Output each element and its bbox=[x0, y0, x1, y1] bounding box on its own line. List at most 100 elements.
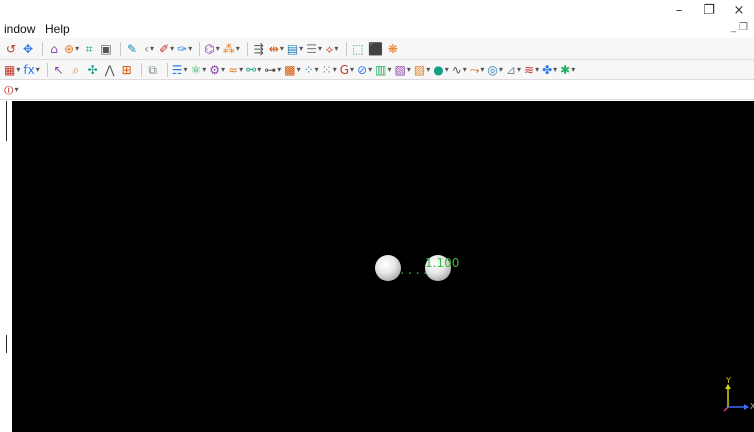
dots-icon: ⁘ bbox=[303, 62, 314, 77]
list-button[interactable]: ☰ ▾ bbox=[306, 41, 322, 57]
chevron-down-icon[interactable]: ▾ bbox=[239, 62, 243, 78]
chevron-down-icon[interactable]: ▾ bbox=[407, 62, 411, 78]
chevron-down-icon[interactable]: ▾ bbox=[75, 41, 79, 57]
chevron-down-icon[interactable]: ▾ bbox=[499, 62, 503, 78]
plot-button[interactable]: ⊿ ▾ bbox=[506, 62, 521, 78]
chevron-down-icon[interactable]: ▾ bbox=[16, 62, 20, 78]
fit-view-button[interactable]: ⌗ bbox=[82, 41, 96, 57]
dots-button[interactable]: ⁘ ▾ bbox=[304, 62, 319, 78]
chevron-down-icon[interactable]: ▾ bbox=[387, 62, 391, 78]
molecule-button[interactable]: ⚛ ▾ bbox=[190, 62, 206, 78]
group-button[interactable]: ⊞ bbox=[120, 62, 134, 78]
menu-window[interactable]: indow bbox=[4, 22, 35, 36]
align-button[interactable]: ⇶ bbox=[252, 41, 266, 57]
chevron-down-icon[interactable]: ▾ bbox=[170, 41, 174, 57]
formula-button[interactable]: fx ▾ bbox=[23, 62, 39, 78]
chevron-down-icon[interactable]: ▾ bbox=[236, 41, 240, 57]
home-view-button[interactable]: ⌂ bbox=[47, 41, 61, 57]
sphere-button[interactable]: ● ▾ bbox=[433, 62, 449, 78]
rotate-tool-button[interactable]: ↺ bbox=[4, 41, 18, 57]
chevron-down-icon[interactable]: ▾ bbox=[445, 62, 449, 78]
grid-button[interactable]: ▩ ▾ bbox=[284, 62, 300, 78]
wave-button[interactable]: ≈ ▾ bbox=[228, 62, 243, 78]
chevron-down-icon[interactable]: ▾ bbox=[277, 62, 281, 78]
gear-button[interactable]: ⚙ ▾ bbox=[209, 62, 225, 78]
table-button[interactable]: ▤ ▾ bbox=[287, 41, 303, 57]
spectrum-button[interactable]: ∿ ▾ bbox=[452, 62, 467, 78]
chevron-down-icon[interactable]: ▾ bbox=[553, 62, 557, 78]
pan-button[interactable]: ✣ bbox=[86, 62, 100, 78]
crystal-button[interactable]: ☴ ▾ bbox=[172, 62, 188, 78]
restore-button[interactable]: ❐ bbox=[694, 0, 724, 20]
undo-button[interactable]: ‹ ▾ bbox=[142, 41, 156, 57]
supercell-button[interactable]: ⬛ bbox=[368, 41, 383, 57]
dropdown-button[interactable]: ⏼ ▾ bbox=[4, 82, 19, 98]
atom-left[interactable] bbox=[375, 255, 401, 281]
orbital-button[interactable]: ◎ ▾ bbox=[487, 62, 503, 78]
cell-button[interactable]: ⬚ bbox=[351, 41, 365, 57]
camera-button[interactable]: ▣ bbox=[99, 41, 113, 57]
surface-button[interactable]: ▧ ▾ bbox=[395, 62, 411, 78]
chevron-down-icon[interactable]: ▾ bbox=[257, 62, 261, 78]
symmetry-button[interactable]: ❋ bbox=[386, 41, 400, 57]
chevron-down-icon[interactable]: ▾ bbox=[150, 41, 154, 57]
chart-button[interactable]: ⊶ ▾ bbox=[264, 62, 281, 78]
select-button[interactable]: ↖ bbox=[52, 62, 66, 78]
draw-bond-button[interactable]: ✐ ▾ bbox=[159, 41, 174, 57]
pencil-button[interactable]: ✎ bbox=[125, 41, 139, 57]
target-button[interactable]: ⊕ ▾ bbox=[64, 41, 79, 57]
translate-tool-button[interactable]: ✥ bbox=[21, 41, 35, 57]
g-button[interactable]: G ▾ bbox=[340, 62, 354, 78]
phonon-button[interactable]: ≋ ▾ bbox=[524, 62, 539, 78]
fragment-button[interactable]: ⁂ ▾ bbox=[223, 41, 240, 57]
lattice-button[interactable]: ⁙ ▾ bbox=[322, 62, 337, 78]
menu-help[interactable]: Help bbox=[45, 22, 70, 36]
spreadsheet-button[interactable]: ▦ ▾ bbox=[4, 62, 20, 78]
chevron-down-icon[interactable]: ▾ bbox=[299, 41, 303, 57]
gauge-button[interactable]: ⊘ ▾ bbox=[357, 62, 372, 78]
chevron-down-icon[interactable]: ▾ bbox=[188, 41, 192, 57]
box-button[interactable]: ▨ ▾ bbox=[414, 62, 430, 78]
analysis-button[interactable]: ✤ ▾ bbox=[542, 62, 557, 78]
add-hydrogen-button[interactable]: ⟡ ▾ bbox=[325, 41, 339, 57]
chevron-down-icon[interactable]: ▾ bbox=[350, 62, 354, 78]
chevron-down-icon[interactable]: ▾ bbox=[368, 62, 372, 78]
align-icon: ⇶ bbox=[253, 41, 264, 56]
matrix-button[interactable]: ▥ ▾ bbox=[375, 62, 391, 78]
chevron-down-icon[interactable]: ▾ bbox=[571, 62, 575, 78]
chevron-down-icon[interactable]: ▾ bbox=[426, 62, 430, 78]
chevron-down-icon[interactable]: ▾ bbox=[280, 41, 284, 57]
chevron-down-icon[interactable]: ▾ bbox=[221, 62, 225, 78]
chevron-down-icon[interactable]: ▾ bbox=[480, 62, 484, 78]
edge-tick bbox=[6, 335, 7, 353]
chevron-down-icon[interactable]: ▾ bbox=[318, 41, 322, 57]
ring-button[interactable]: ⌬ ▾ bbox=[204, 41, 220, 57]
chevron-down-icon[interactable]: ▾ bbox=[535, 62, 539, 78]
chevron-down-icon[interactable]: ▾ bbox=[202, 62, 206, 78]
chain-button[interactable]: ⋀ bbox=[103, 62, 117, 78]
minimize-button[interactable]: – bbox=[664, 0, 694, 20]
3d-viewport[interactable]: .... 1.100 Y X bbox=[12, 101, 754, 432]
bonds-button[interactable]: ⚯ ▾ bbox=[246, 62, 261, 78]
measure-button[interactable]: ⇹ ▾ bbox=[269, 41, 284, 57]
chevron-down-icon[interactable]: ▾ bbox=[517, 62, 521, 78]
chevron-down-icon[interactable]: ▾ bbox=[297, 62, 301, 78]
chevron-down-icon[interactable]: ▾ bbox=[315, 62, 319, 78]
chevron-down-icon[interactable]: ▾ bbox=[15, 82, 19, 98]
tools-button[interactable]: ✱ ▾ bbox=[560, 62, 575, 78]
supercell-icon: ⬛ bbox=[367, 41, 383, 56]
copy-button[interactable]: ⧉ bbox=[146, 62, 160, 78]
mdi-controls[interactable]: _ ❐ bbox=[731, 22, 748, 33]
chevron-down-icon[interactable]: ▾ bbox=[183, 62, 187, 78]
close-button[interactable]: × bbox=[724, 0, 754, 20]
chevron-down-icon[interactable]: ▾ bbox=[216, 41, 220, 57]
chevron-down-icon[interactable]: ▾ bbox=[463, 62, 467, 78]
dynamics-button[interactable]: ⤳ ▾ bbox=[470, 62, 485, 78]
eraser-button[interactable]: ✑ ▾ bbox=[177, 41, 192, 57]
lattice-icon: ⁙ bbox=[321, 62, 332, 77]
lasso-button[interactable]: ⌕ bbox=[69, 62, 83, 78]
chevron-down-icon[interactable]: ▾ bbox=[36, 62, 40, 78]
chevron-down-icon[interactable]: ▾ bbox=[334, 41, 338, 57]
chevron-down-icon[interactable]: ▾ bbox=[333, 62, 337, 78]
axis-x-arrow bbox=[744, 404, 749, 410]
